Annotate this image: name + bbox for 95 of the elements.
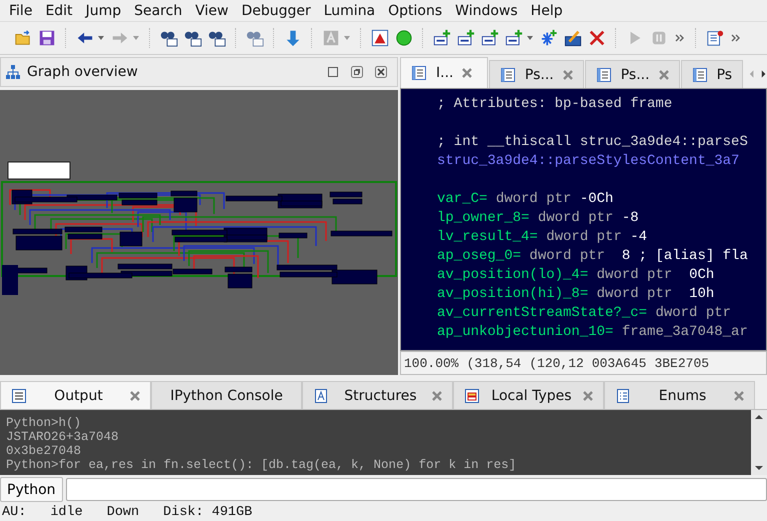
status-text: Down bbox=[106, 505, 140, 520]
tab[interactable]: I... bbox=[400, 57, 488, 88]
graph-node bbox=[278, 232, 308, 238]
close-icon[interactable] bbox=[588, 29, 606, 47]
menu-item[interactable]: Jump bbox=[80, 2, 128, 18]
output-line: Python>h() bbox=[6, 416, 82, 430]
tab[interactable]: Structures bbox=[302, 381, 453, 409]
pencil-icon[interactable] bbox=[564, 29, 582, 47]
caret-icon[interactable] bbox=[526, 34, 534, 42]
language-button[interactable]: Python bbox=[0, 477, 63, 502]
menu-item[interactable]: Debugger bbox=[235, 2, 318, 18]
add-icon[interactable] bbox=[457, 29, 475, 47]
close-icon[interactable] bbox=[375, 66, 387, 78]
code-line: av_position(hi)_8= dword ptr 10h bbox=[437, 285, 716, 304]
scrollbar[interactable] bbox=[751, 410, 767, 475]
command-input[interactable] bbox=[66, 478, 767, 501]
code-line: ; Attributes: bp-based frame bbox=[437, 95, 674, 114]
output-line: Python>for ea,res in fn.select(): [db.tag(ea, k, None) for k in res] bbox=[6, 458, 518, 472]
status-text: AU: bbox=[2, 505, 26, 520]
graph-node bbox=[330, 230, 392, 236]
binoculars-icon[interactable] bbox=[184, 29, 202, 47]
menu-item[interactable]: Edit bbox=[39, 2, 80, 18]
document-icon bbox=[692, 66, 708, 82]
output-line: 0x3be27048 bbox=[6, 444, 82, 458]
output-line: JSTARO26+3a7048 bbox=[6, 430, 120, 444]
code-line: ; int __thiscall struc_3a9de4::parseS bbox=[437, 133, 749, 152]
document-icon bbox=[596, 66, 612, 82]
tab-label: I... bbox=[436, 65, 454, 81]
document-icon bbox=[411, 65, 427, 81]
status-text: Disk: 491GB bbox=[163, 505, 252, 520]
down-arrow-icon[interactable] bbox=[754, 464, 764, 472]
graph-node bbox=[120, 232, 142, 246]
restore-icon[interactable] bbox=[351, 66, 363, 78]
code-line: ap_oseg_0= dword ptr 8 ; [alias] fla bbox=[437, 247, 749, 266]
tab-label: Ps... bbox=[524, 66, 554, 82]
code-line: av_currentStreamState?_c= dword ptr bbox=[437, 304, 732, 323]
add-icon[interactable] bbox=[433, 29, 451, 47]
binoculars-icon[interactable] bbox=[160, 29, 178, 47]
tab-label: Enums bbox=[658, 388, 708, 404]
tab-label: Output bbox=[53, 388, 104, 404]
hierarchy-icon bbox=[5, 64, 21, 80]
viewport-frame[interactable] bbox=[8, 162, 70, 180]
down-arrow-icon[interactable] bbox=[284, 29, 302, 47]
tab[interactable]: Ps... bbox=[584, 60, 680, 88]
right-arrow-icon[interactable] bbox=[760, 69, 767, 79]
binoculars-icon[interactable] bbox=[208, 29, 226, 47]
letter-icon bbox=[313, 388, 329, 404]
caret-icon[interactable] bbox=[97, 34, 105, 42]
status-field: 003A645 bbox=[592, 356, 646, 370]
status-field: 3BE2705 bbox=[654, 356, 710, 370]
menu-item[interactable]: View bbox=[189, 2, 236, 18]
add-icon[interactable] bbox=[505, 29, 523, 47]
code-line: lv_result_4= dword ptr -4 bbox=[437, 228, 648, 247]
code-line: lp_owner_8= dword ptr -8 bbox=[437, 209, 640, 228]
list-icon bbox=[615, 388, 631, 404]
chevron-icon[interactable] bbox=[730, 32, 742, 44]
menu-item[interactable]: Options bbox=[382, 2, 450, 18]
folder-icon[interactable] bbox=[14, 29, 32, 47]
save-icon[interactable] bbox=[38, 29, 56, 47]
up-arrow-icon[interactable] bbox=[754, 413, 764, 421]
tab[interactable]: IPython Console bbox=[151, 381, 302, 409]
code-line: var_C= dword ptr -0Ch bbox=[437, 190, 614, 209]
panel-title: Graph overview bbox=[27, 64, 138, 80]
menu-item[interactable]: File bbox=[3, 2, 40, 18]
document-icon[interactable] bbox=[706, 29, 724, 47]
circle-icon[interactable] bbox=[395, 29, 413, 47]
status-field: 100.00% bbox=[404, 356, 459, 370]
add-icon[interactable] bbox=[481, 29, 499, 47]
tab-label: Ps bbox=[716, 66, 732, 82]
types-icon bbox=[464, 388, 480, 404]
tab[interactable]: Ps bbox=[680, 60, 743, 88]
code-line: ap_unkobjectunion_10= frame_3a7048_ar bbox=[437, 323, 749, 342]
tab[interactable]: Local Types bbox=[453, 381, 604, 409]
menu-item[interactable]: Search bbox=[128, 2, 190, 18]
tab-label: IPython Console bbox=[170, 388, 283, 404]
tab[interactable]: Output bbox=[0, 381, 151, 409]
tab[interactable]: Enums bbox=[604, 381, 755, 409]
warning-icon[interactable] bbox=[371, 29, 389, 47]
menu-item[interactable]: Windows bbox=[449, 2, 525, 18]
status-field: (120,12 bbox=[529, 356, 584, 370]
tab-label: Local Types bbox=[490, 388, 573, 404]
chevron-icon[interactable] bbox=[674, 32, 686, 44]
tab-label: Ps... bbox=[620, 66, 650, 82]
maximize-icon[interactable] bbox=[327, 66, 339, 78]
status-text: idle bbox=[50, 505, 83, 520]
menu-item[interactable]: Lumina bbox=[318, 2, 382, 18]
tab[interactable]: Ps... bbox=[488, 60, 584, 88]
code-line: struc_3a9de4::parseStylesContent_3a7 bbox=[437, 152, 740, 171]
code-line: av_position(lo)_4= dword ptr 0Ch bbox=[437, 266, 716, 285]
menu-item[interactable]: Help bbox=[524, 2, 570, 18]
list-icon bbox=[11, 388, 27, 404]
tab-label: Structures bbox=[343, 388, 418, 404]
document-icon bbox=[500, 66, 516, 82]
asterisk-icon[interactable] bbox=[540, 29, 558, 47]
status-field: (318,54 bbox=[466, 356, 522, 370]
